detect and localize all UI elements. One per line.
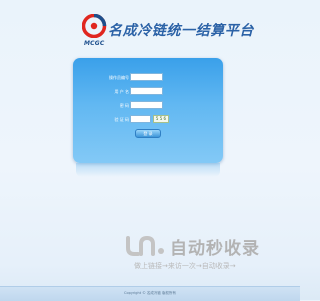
captcha-input[interactable] <box>130 115 151 123</box>
login-button[interactable]: 登 录 <box>135 129 161 138</box>
password-input[interactable] <box>130 101 163 109</box>
username-label: 用 户 名 <box>114 89 129 94</box>
brand-header: MCGC 名成冷链统一结算平台 <box>82 14 253 48</box>
copyright-text: Copyright © 名成冷链 版权所有 <box>124 291 176 295</box>
operator-id-input[interactable] <box>130 73 163 81</box>
operator-id-label: 操作员编号 <box>109 75 129 80</box>
mcgc-logo-icon <box>82 14 107 38</box>
password-label: 密 码 <box>119 103 129 108</box>
watermark-logo-icon <box>126 235 164 256</box>
captcha-label: 验 证 码 <box>114 117 129 122</box>
login-panel: 操作员编号 用 户 名 密 码 验 证 码 5 5 6 登 录 <box>73 58 223 163</box>
watermark: 自动秒收录 做上链接→来访一次→自动收录→ <box>126 234 286 276</box>
watermark-title: 自动秒收录 <box>170 239 260 259</box>
footer-bar: Copyright © 名成冷链 版权所有 <box>0 286 300 301</box>
logo-abbreviation: MCGC <box>84 40 105 47</box>
watermark-subtitle: 做上链接→来访一次→自动收录→ <box>134 262 236 270</box>
platform-title: 名成冷链统一结算平台 <box>108 23 254 39</box>
username-input[interactable] <box>130 87 163 95</box>
captcha-image[interactable]: 5 5 6 <box>153 115 169 123</box>
panel-reflection <box>76 163 220 177</box>
